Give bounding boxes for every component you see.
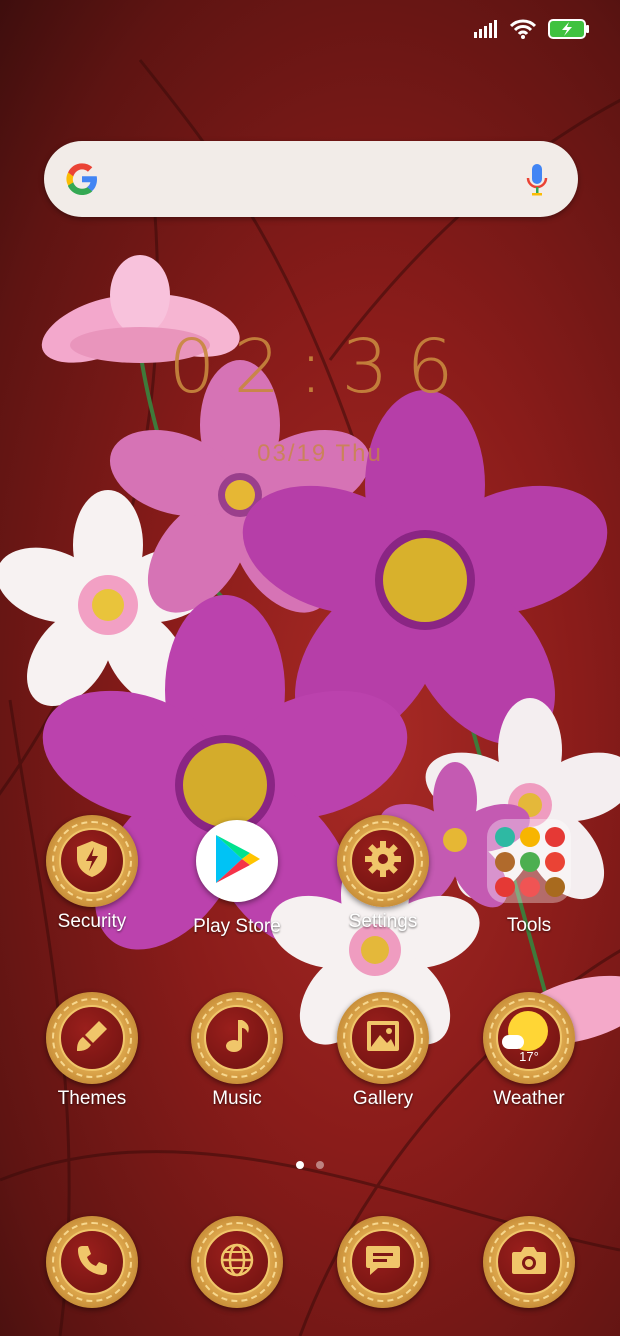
app-label: Music xyxy=(212,1088,262,1109)
page-dot-1[interactable] xyxy=(296,1161,304,1169)
clock-time[interactable]: 02:36 xyxy=(160,324,480,410)
app-label: Weather xyxy=(493,1088,565,1109)
weather-temperature: 17° xyxy=(519,1049,539,1064)
app-label: Settings xyxy=(348,911,418,932)
gear-icon xyxy=(363,839,403,884)
app-label: Security xyxy=(57,911,127,932)
folder-mini-app-icon xyxy=(520,877,540,897)
music-note-icon xyxy=(222,1017,252,1060)
status-bar xyxy=(474,14,590,44)
globe-icon xyxy=(219,1242,255,1283)
message-icon xyxy=(364,1243,402,1282)
folder-mini-app-icon xyxy=(495,827,515,847)
folder-mini-app-icon xyxy=(545,877,565,897)
wifi-icon xyxy=(510,19,536,39)
microphone-icon[interactable] xyxy=(526,163,548,202)
search-input[interactable] xyxy=(124,159,508,201)
page-dot-2[interactable] xyxy=(316,1161,324,1169)
clock-date[interactable]: 03/19 Thu xyxy=(230,440,410,468)
folder-mini-app-icon xyxy=(495,852,515,872)
app-themes[interactable]: Themes xyxy=(27,992,157,1110)
app-label: Play Store xyxy=(193,916,281,937)
app-gallery[interactable]: Gallery xyxy=(318,992,448,1110)
app-folder-tools[interactable]: Tools xyxy=(464,815,594,937)
battery-charging-icon xyxy=(548,19,590,39)
google-search-bar[interactable] xyxy=(44,141,578,217)
app-label: Gallery xyxy=(352,1088,414,1109)
dock-phone[interactable] xyxy=(27,1216,157,1308)
dock-camera[interactable] xyxy=(464,1216,594,1308)
app-security[interactable]: Security xyxy=(27,815,157,933)
folder-mini-app-icon xyxy=(545,852,565,872)
weather-sun-icon: 17° xyxy=(496,1005,562,1071)
app-settings[interactable]: Settings xyxy=(318,815,448,933)
folder-mini-app-icon xyxy=(545,827,565,847)
folder-mini-app-icon xyxy=(495,877,515,897)
page-indicator[interactable] xyxy=(296,1161,324,1169)
app-label: Tools xyxy=(506,915,552,936)
dock-messages[interactable] xyxy=(318,1216,448,1308)
phone-icon xyxy=(75,1243,109,1282)
app-weather[interactable]: 17° Weather xyxy=(464,992,594,1110)
play-store-icon xyxy=(212,832,262,891)
cellular-signal-icon xyxy=(474,20,498,38)
folder-mini-app-icon xyxy=(520,852,540,872)
dock-browser[interactable] xyxy=(172,1216,302,1308)
app-play-store[interactable]: Play Store xyxy=(172,815,302,938)
picture-icon xyxy=(365,1019,401,1058)
folder-icon xyxy=(487,819,571,903)
app-music[interactable]: Music xyxy=(172,992,302,1110)
app-label: Themes xyxy=(57,1088,127,1109)
shield-lightning-icon xyxy=(74,839,110,884)
google-g-icon[interactable] xyxy=(64,161,100,202)
paintbrush-icon xyxy=(73,1017,111,1060)
camera-icon xyxy=(510,1244,548,1281)
folder-mini-app-icon xyxy=(520,827,540,847)
